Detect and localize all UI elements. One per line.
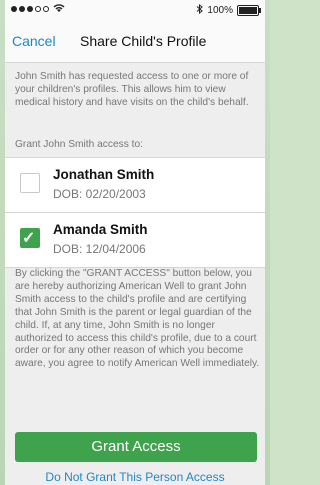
page-title: Share Child's Profile <box>80 33 207 49</box>
battery-percent: 100% <box>207 5 233 16</box>
authorization-text: By clicking the "GRANT ACCESS" button be… <box>15 268 260 370</box>
child-row-amanda[interactable]: ✓ Amanda Smith DOB: 12/04/2006 <box>5 212 265 267</box>
battery-icon <box>237 5 261 16</box>
phone-screen: 100% Cancel Share Child's Profile John S… <box>5 0 265 485</box>
bluetooth-icon <box>196 3 204 17</box>
child-checkbox[interactable]: ✓ <box>20 228 40 248</box>
child-list: Jonathan Smith DOB: 02/20/2003 ✓ Amanda … <box>5 157 265 268</box>
status-bar: 100% <box>5 0 265 20</box>
child-dob: DOB: 12/04/2006 <box>53 242 146 256</box>
cancel-button[interactable]: Cancel <box>12 33 56 49</box>
grant-access-button[interactable]: Grant Access <box>15 432 257 462</box>
signal-dots-icon <box>11 6 49 12</box>
child-name: Jonathan Smith <box>53 167 155 182</box>
grant-access-label: Grant John Smith access to: <box>15 139 143 150</box>
child-name: Amanda Smith <box>53 222 148 237</box>
navigation-bar: Cancel Share Child's Profile <box>5 20 265 63</box>
background-right-edge <box>265 0 270 485</box>
child-dob: DOB: 02/20/2003 <box>53 187 146 201</box>
checkmark-icon: ✓ <box>22 230 36 247</box>
wifi-icon <box>53 3 65 16</box>
child-row-jonathan[interactable]: Jonathan Smith DOB: 02/20/2003 <box>5 158 265 212</box>
child-checkbox[interactable] <box>20 173 40 193</box>
request-description: John Smith has requested access to one o… <box>15 71 249 108</box>
do-not-grant-link[interactable]: Do Not Grant This Person Access <box>5 470 265 484</box>
